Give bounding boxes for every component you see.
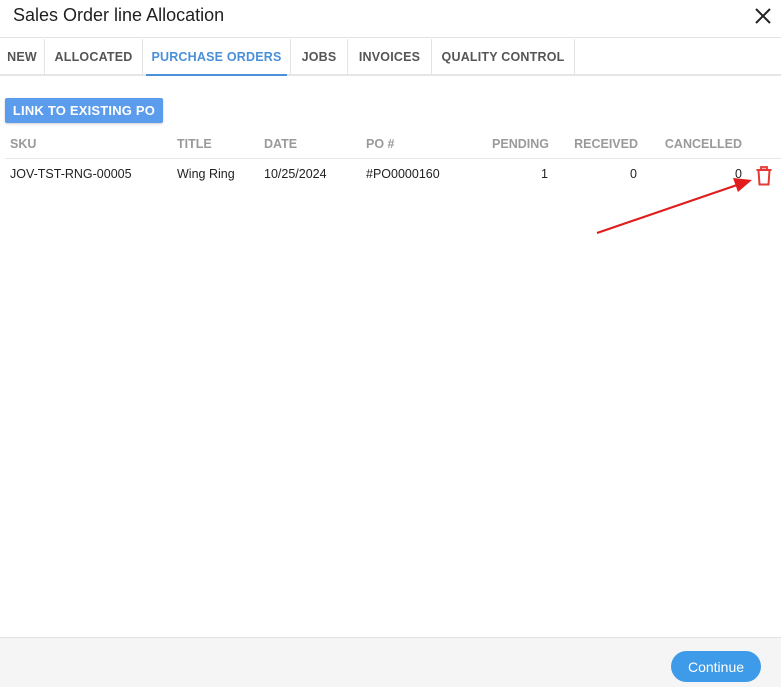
trash-icon[interactable]: [755, 166, 773, 186]
cell-received: 0: [630, 167, 637, 181]
column-header-cancelled: CANCELLED: [664, 137, 742, 151]
tab-jobs[interactable]: JOBS: [291, 39, 348, 74]
column-header-received: RECEIVED: [574, 137, 638, 151]
column-header-po: PO #: [366, 137, 395, 151]
cell-date: 10/25/2024: [264, 167, 327, 181]
tab-allocated[interactable]: ALLOCATED: [45, 39, 143, 74]
close-icon[interactable]: [753, 6, 773, 26]
cell-pending: 1: [541, 167, 548, 181]
tab-bar: NEW ALLOCATED PURCHASE ORDERS JOBS INVOI…: [0, 39, 781, 76]
cell-po-number: #PO0000160: [366, 167, 440, 181]
column-header-sku: SKU: [10, 137, 37, 151]
dialog-title: Sales Order line Allocation: [13, 5, 225, 25]
dialog-header: Sales Order line Allocation: [0, 0, 781, 38]
tab-invoices[interactable]: INVOICES: [348, 39, 432, 74]
tab-quality-control[interactable]: QUALITY CONTROL: [432, 39, 575, 74]
continue-button[interactable]: Continue: [671, 651, 761, 682]
column-header-pending: PENDING: [492, 137, 549, 151]
dialog-footer: Continue: [0, 637, 781, 687]
column-header-date: DATE: [264, 137, 298, 151]
cell-cancelled: 0: [735, 167, 742, 181]
cell-sku: JOV-TST-RNG-00005: [10, 167, 132, 181]
table-divider: [5, 158, 781, 159]
column-header-title: TITLE: [177, 137, 212, 151]
cell-title: Wing Ring: [177, 167, 235, 181]
link-existing-po-button[interactable]: LINK TO EXISTING PO: [5, 98, 163, 123]
tab-new[interactable]: NEW: [0, 39, 45, 74]
tab-purchase-orders[interactable]: PURCHASE ORDERS: [143, 39, 291, 76]
